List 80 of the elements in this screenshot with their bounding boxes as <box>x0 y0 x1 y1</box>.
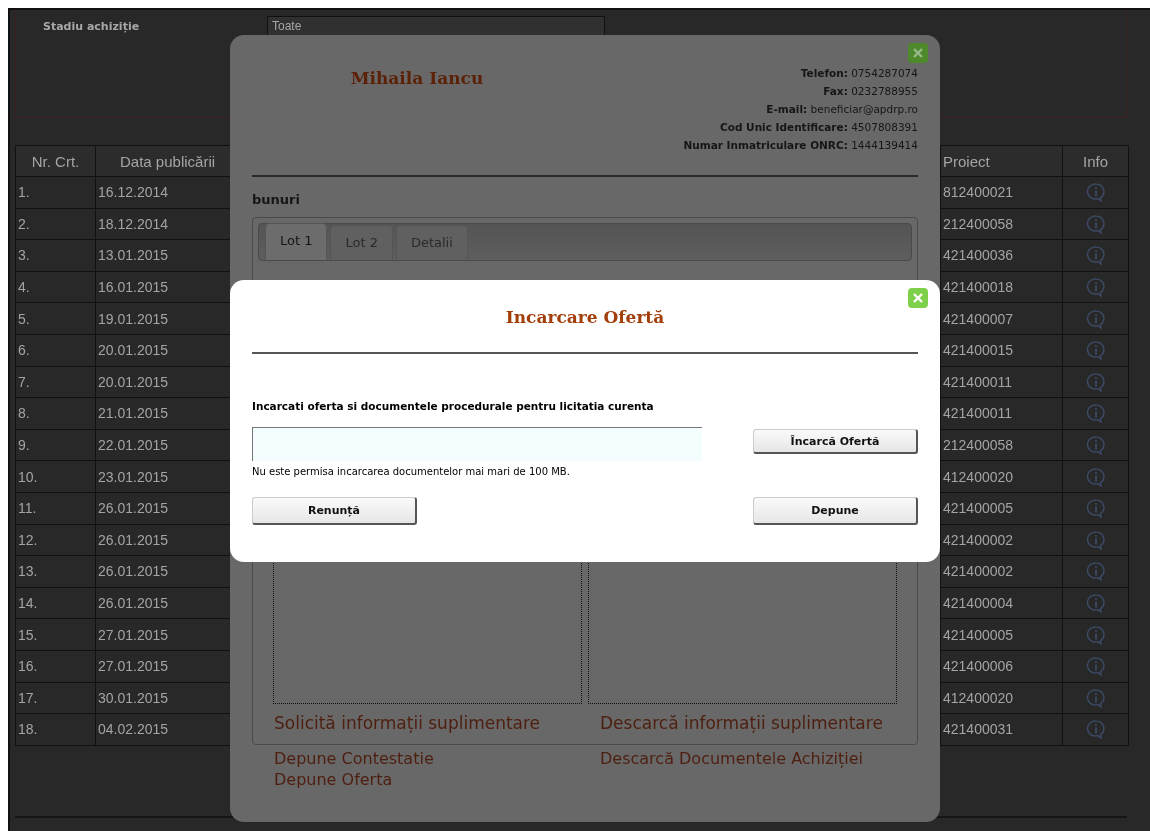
info-icon[interactable] <box>1085 656 1106 677</box>
contact-line: Telefon: 0754287074 <box>799 66 918 81</box>
table-cell: 421400036 <box>941 240 1063 271</box>
info-icon[interactable] <box>1085 593 1106 613</box>
info-icon[interactable] <box>1085 277 1106 298</box>
link[interactable]: Depune Contestatie <box>274 749 600 768</box>
table-cell: 412400020 <box>941 461 1063 492</box>
info-icon[interactable] <box>1085 213 1106 234</box>
info-icon[interactable] <box>1085 561 1106 582</box>
info-icon[interactable] <box>1085 624 1106 645</box>
table-cell: 421400005 <box>941 492 1063 524</box>
table-cell: 812400021 <box>941 177 1063 208</box>
table-cell: 412400020 <box>941 682 1063 714</box>
info-icon[interactable] <box>1085 403 1106 424</box>
column-header: Nr. Crt. <box>16 146 96 176</box>
info-icon[interactable] <box>1085 498 1106 519</box>
contact-line: E-mail: beneficiar@apdrp.ro <box>765 102 918 117</box>
contact-line: Cod Unic Identificare: 4507808391 <box>719 120 918 135</box>
table-cell: 421400006 <box>941 650 1063 682</box>
table-cell: 421400011 <box>941 398 1063 429</box>
link[interactable]: Depune Oferta <box>274 770 600 789</box>
link[interactable]: Descarcă Documentele Achiziției <box>600 749 920 768</box>
info-icon[interactable] <box>1085 245 1106 266</box>
table-cell: 2. <box>16 208 96 240</box>
table-cell: 212400058 <box>941 429 1063 461</box>
table-cell: 1. <box>16 177 96 208</box>
filter-label: Stadiu achiziție <box>43 20 140 33</box>
table-cell: 421400018 <box>941 271 1063 303</box>
table-cell: 4. <box>16 271 96 303</box>
table-cell: 212400058 <box>941 208 1063 240</box>
table-cell: 421400005 <box>941 619 1063 650</box>
category-label: bunuri <box>252 192 301 207</box>
close-icon[interactable] <box>908 288 928 308</box>
size-limit-note: Nu este permisa incarcarea documentelor mai mari de 100 MB. <box>252 466 571 477</box>
table-cell: 13. <box>16 556 96 587</box>
info-icon[interactable] <box>1085 435 1106 456</box>
table-cell: 421400031 <box>941 714 1063 745</box>
table-cell: 9. <box>16 429 96 461</box>
table-cell: 421400015 <box>941 334 1063 366</box>
table-cell: 421400007 <box>941 303 1063 334</box>
file-input-field[interactable] <box>252 427 702 461</box>
table-cell: 16. <box>16 650 96 682</box>
table-cell: 17. <box>16 682 96 714</box>
table-cell: 11. <box>16 492 96 524</box>
beneficiary-name: Mihaila Iancu <box>349 68 485 90</box>
table-cell: 12. <box>16 524 96 556</box>
info-icon[interactable] <box>1085 687 1106 708</box>
info-icon[interactable] <box>1085 719 1106 740</box>
table-cell: 6. <box>16 334 96 366</box>
upload-offer-button[interactable]: Încarcă Ofertă <box>753 429 918 454</box>
info-icon[interactable] <box>1085 529 1106 550</box>
info-icon[interactable] <box>1085 182 1106 203</box>
dialog-title: Incarcare Ofertă <box>504 307 666 329</box>
table-cell: 14. <box>16 587 96 619</box>
info-icon[interactable] <box>1085 308 1106 329</box>
table-cell: 3. <box>16 240 96 271</box>
link[interactable]: Descarcă informații suplimentare <box>600 713 920 733</box>
table-cell: 8. <box>16 398 96 429</box>
table-cell: 15. <box>16 619 96 650</box>
instruction-text: Incarcati oferta si documentele procedurale pentru licitatia curenta <box>252 400 655 412</box>
table-cell: 5. <box>16 303 96 334</box>
stage-select[interactable]: Toate <box>267 16 605 36</box>
table-cell: 18. <box>16 714 96 745</box>
contact-line: Fax: 0232788955 <box>822 84 918 99</box>
tab[interactable]: Lot 1 <box>265 223 328 260</box>
table-cell: 421400002 <box>941 556 1063 587</box>
info-icon[interactable] <box>1085 371 1106 392</box>
submit-button[interactable]: Depune <box>753 497 918 525</box>
info-icon[interactable] <box>1085 340 1106 361</box>
column-header: Proiect <box>941 146 1063 176</box>
table-cell: 10. <box>16 461 96 492</box>
table-cell: 421400011 <box>941 366 1063 398</box>
table-cell: 421400002 <box>941 524 1063 556</box>
link[interactable]: Solicită informații suplimentare <box>274 713 600 733</box>
table-cell: 421400004 <box>941 587 1063 619</box>
close-icon[interactable] <box>908 43 928 63</box>
info-icon[interactable] <box>1085 466 1106 487</box>
column-header: Info <box>1082 151 1109 172</box>
cancel-button[interactable]: Renunță <box>252 497 417 525</box>
table-cell: 7. <box>16 366 96 398</box>
